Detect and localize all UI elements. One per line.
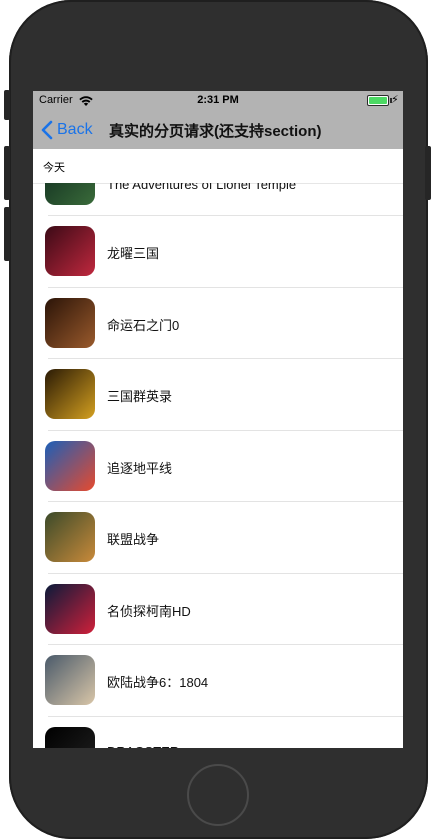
- table-row[interactable]: DRAGSTER: [33, 717, 403, 749]
- game-icon: [45, 226, 95, 276]
- row-title: 欧陆战争6：1804: [107, 675, 209, 690]
- power-button: [425, 146, 431, 200]
- game-icon: [45, 583, 95, 634]
- volume-down-button: [4, 207, 10, 261]
- row-title: 命运石之门0: [107, 317, 180, 333]
- game-icon: [45, 440, 95, 491]
- row-title: 龙曜三国: [107, 246, 160, 261]
- row-title: The Adventures of Lionel Temple: [107, 183, 297, 192]
- row-title: 三国群英录: [107, 389, 173, 404]
- section-header-label: 今天: [43, 162, 65, 174]
- game-icon: [45, 512, 95, 562]
- game-icon: [45, 726, 95, 748]
- back-label: Back: [57, 121, 93, 138]
- volume-up-button: [4, 146, 10, 200]
- game-icon: [45, 655, 95, 705]
- mute-switch: [4, 90, 10, 120]
- game-icon: [45, 369, 95, 419]
- table-row[interactable]: 欧陆战争6：1804: [33, 645, 403, 717]
- table-row[interactable]: The Adventures of Lionel Temple: [33, 183, 403, 216]
- table-row[interactable]: 联盟战争: [33, 502, 403, 574]
- charging-icon: ⚡: [391, 94, 399, 106]
- table-row[interactable]: 追逐地平线: [33, 431, 403, 502]
- row-title: 追逐地平线: [107, 460, 173, 476]
- table-row[interactable]: 三国群英录: [33, 359, 403, 431]
- clock: 2:31 PM: [197, 94, 239, 106]
- table-row[interactable]: 命运石之门0: [33, 288, 403, 359]
- game-icon: [45, 183, 95, 205]
- page-title: 真实的分页请求(还支持section): [109, 123, 322, 140]
- row-title: 联盟战争: [107, 532, 160, 547]
- chevron-left-icon: [41, 120, 53, 140]
- back-button[interactable]: Back: [41, 117, 93, 143]
- section-header: 今天: [33, 149, 403, 184]
- table-row[interactable]: 名侦探柯南HD: [33, 574, 403, 645]
- table-row[interactable]: 龙曜三国: [33, 216, 403, 288]
- status-bar: Carrier 2:31 PM ⚡: [33, 91, 403, 111]
- game-icon: [45, 297, 95, 348]
- row-title: DRAGSTER: [107, 744, 179, 749]
- battery-icon: [367, 95, 392, 106]
- row-title: 名侦探柯南HD: [107, 603, 191, 619]
- home-button[interactable]: [187, 764, 249, 826]
- game-list[interactable]: The Adventures of Lionel Temple 龙曜三国命运石之门…: [33, 183, 403, 748]
- navigation-bar: Back 真实的分页请求(还支持section): [33, 111, 403, 149]
- screen: Carrier 2:31 PM ⚡ Back 真实的分页请求(还支持sectio…: [33, 91, 403, 748]
